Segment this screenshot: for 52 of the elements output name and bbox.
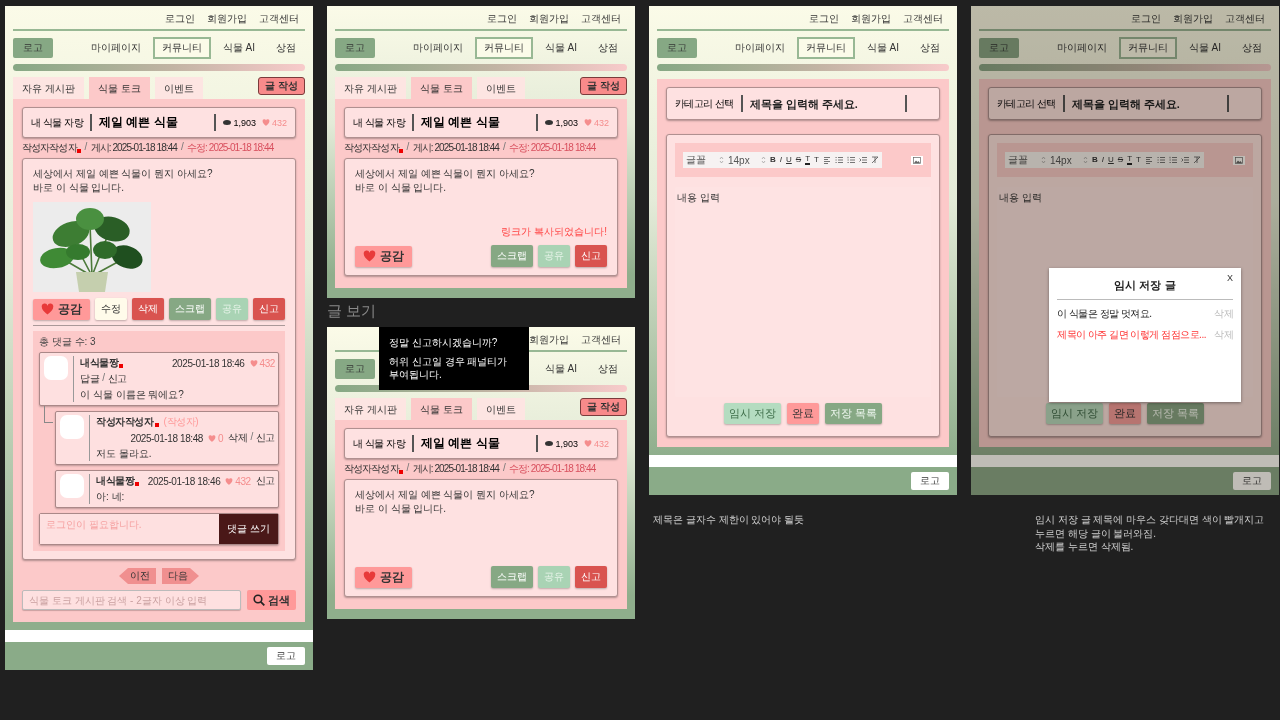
post-date: 게시: 2025-01-18 18:44 — [412, 462, 499, 476]
comment-text: 이 식물 이름은 뭐에요? — [80, 388, 185, 402]
comment-author: 내식물짱 — [96, 474, 135, 488]
post-title: 제일 예쁜 식물 — [421, 435, 500, 452]
post-date: 게시: 2025-01-18 18:44 — [412, 141, 499, 155]
annotation-note: 임시 저장 글 제목에 마우스 갖다대면 색이 빨개지고 누르면 해당 글이 불러와짐. 삭제를 누르면 삭제됨. — [1034, 513, 1266, 554]
like-count: 432 — [593, 117, 609, 128]
meta-separator: / — [84, 141, 87, 154]
comment-date: 2025-01-18 18:46 — [147, 475, 221, 487]
meta-separator: / — [406, 141, 409, 154]
comment-text: 저도 몰라요. — [96, 447, 153, 461]
author-name: 작성자작성자 — [22, 141, 77, 155]
meta-separator: / — [503, 141, 505, 154]
comment-author: 작성자작성자 — [96, 415, 154, 429]
dialog-text: 허위 신고일 경우 패널티가 부여됩니다. — [389, 355, 509, 381]
post-title: 제일 예쁜 식물 — [99, 114, 178, 131]
toast-message: 링크가 복사되었습니다! — [500, 225, 607, 239]
edit-date: 수정: 2025-01-18 18:44 — [508, 462, 596, 476]
annotation-note: 제목은 글자수 제한이 있어야 될듯 — [652, 513, 806, 527]
author-name: 작성자작성자 — [344, 141, 399, 155]
comment-author: 내식물짱 — [80, 356, 119, 370]
comment-date: 2025-01-18 18:48 — [130, 432, 204, 444]
edit-date: 수정: 2025-01-18 18:44 — [508, 141, 596, 155]
dialog-text: 정말 신고하시겠습니까? — [389, 336, 499, 349]
edit-date: 수정: 2025-01-18 18:44 — [186, 141, 274, 155]
like-count: 432 — [235, 475, 251, 487]
action-separator: / — [102, 372, 105, 385]
like-count: 432 — [271, 117, 287, 128]
like-count: 0 — [218, 432, 224, 444]
like-count: 432 — [259, 357, 275, 369]
comment-date: 2025-01-18 18:46 — [171, 357, 245, 369]
post-category: 내 식물 자랑 — [353, 115, 406, 130]
post-body: 세상에서 제일 예쁜 식물이 뭔지 아세요? 바로 이 식물 입니다. — [355, 488, 536, 515]
post-category: 내 식물 자랑 — [31, 115, 84, 130]
meta-separator: / — [503, 462, 505, 475]
post-title: 제일 예쁜 식물 — [421, 114, 500, 131]
action-separator: / — [250, 431, 253, 444]
meta-separator: / — [406, 462, 409, 475]
post-category: 내 식물 자랑 — [353, 436, 406, 451]
post-date: 게시: 2025-01-18 18:44 — [90, 141, 177, 155]
view-count: 1,903 — [555, 438, 578, 449]
comment-text: 아: 네: — [96, 490, 126, 504]
post-body: 세상에서 제일 예쁜 식물이 뭔지 아세요? 바로 이 식물 입니다. — [33, 167, 214, 194]
frame-label: 글 보기 — [327, 301, 378, 321]
like-count: 432 — [593, 438, 609, 449]
view-count: 1,903 — [233, 117, 256, 128]
post-body: 세상에서 제일 예쁜 식물이 뭔지 아세요? 바로 이 식물 입니다. — [355, 167, 536, 194]
author-tag: (작성자) — [163, 415, 199, 429]
meta-separator: / — [181, 141, 183, 154]
author-name: 작성자작성자 — [344, 462, 399, 476]
comment-count: 총 댓글 수: 3 — [39, 335, 97, 349]
view-count: 1,903 — [555, 117, 578, 128]
